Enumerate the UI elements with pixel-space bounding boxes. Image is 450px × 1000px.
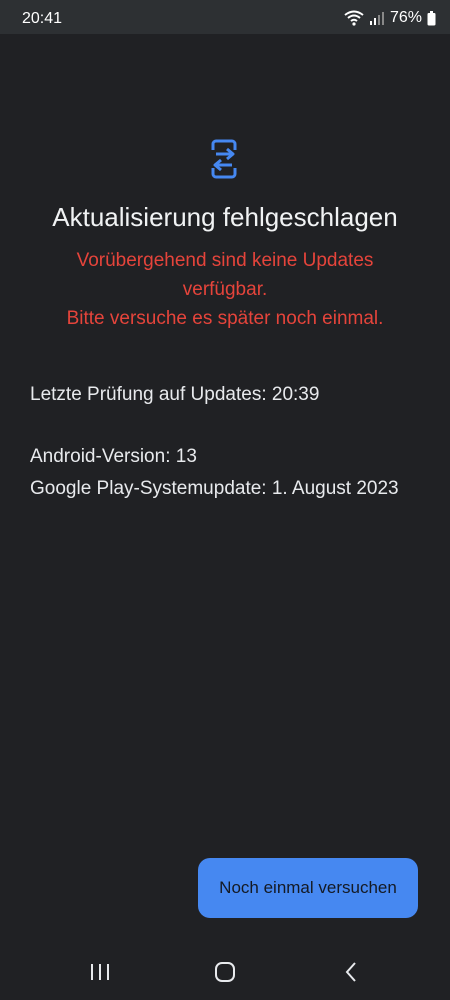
error-line: Bitte versuche es später noch einmal. <box>66 308 384 329</box>
error-line: Vorübergehend sind keine Updates <box>76 250 374 271</box>
error-message: Vorübergehend sind keine Updates verfügb… <box>30 246 420 333</box>
recent-apps-icon[interactable] <box>85 958 115 986</box>
page-title: Aktualisierung fehlgeschlagen <box>52 202 398 232</box>
error-line: verfügbar. <box>182 279 268 300</box>
retry-button[interactable]: Noch einmal versuchen <box>198 858 418 918</box>
navigation-bar <box>0 944 450 1000</box>
status-bar: 20:41 76% <box>0 0 450 34</box>
battery-icon <box>427 10 436 26</box>
last-check-text: Letzte Prüfung auf Updates: 20:39 <box>30 384 320 405</box>
signal-icon <box>369 10 385 26</box>
system-update-icon <box>205 138 243 180</box>
update-status-screen: Aktualisierung fehlgeschlagen Vorübergeh… <box>0 34 450 944</box>
battery-percentage: 76% <box>389 9 422 26</box>
status-icons: 76% <box>344 9 436 27</box>
android-version-text: Android-Version: 13 <box>30 446 197 467</box>
play-system-update-text: Google Play-Systemupdate: 1. August 2023 <box>30 478 399 499</box>
home-icon[interactable] <box>210 958 240 986</box>
back-icon[interactable] <box>336 958 366 986</box>
status-time: 20:41 <box>22 10 63 27</box>
wifi-icon <box>344 10 364 26</box>
